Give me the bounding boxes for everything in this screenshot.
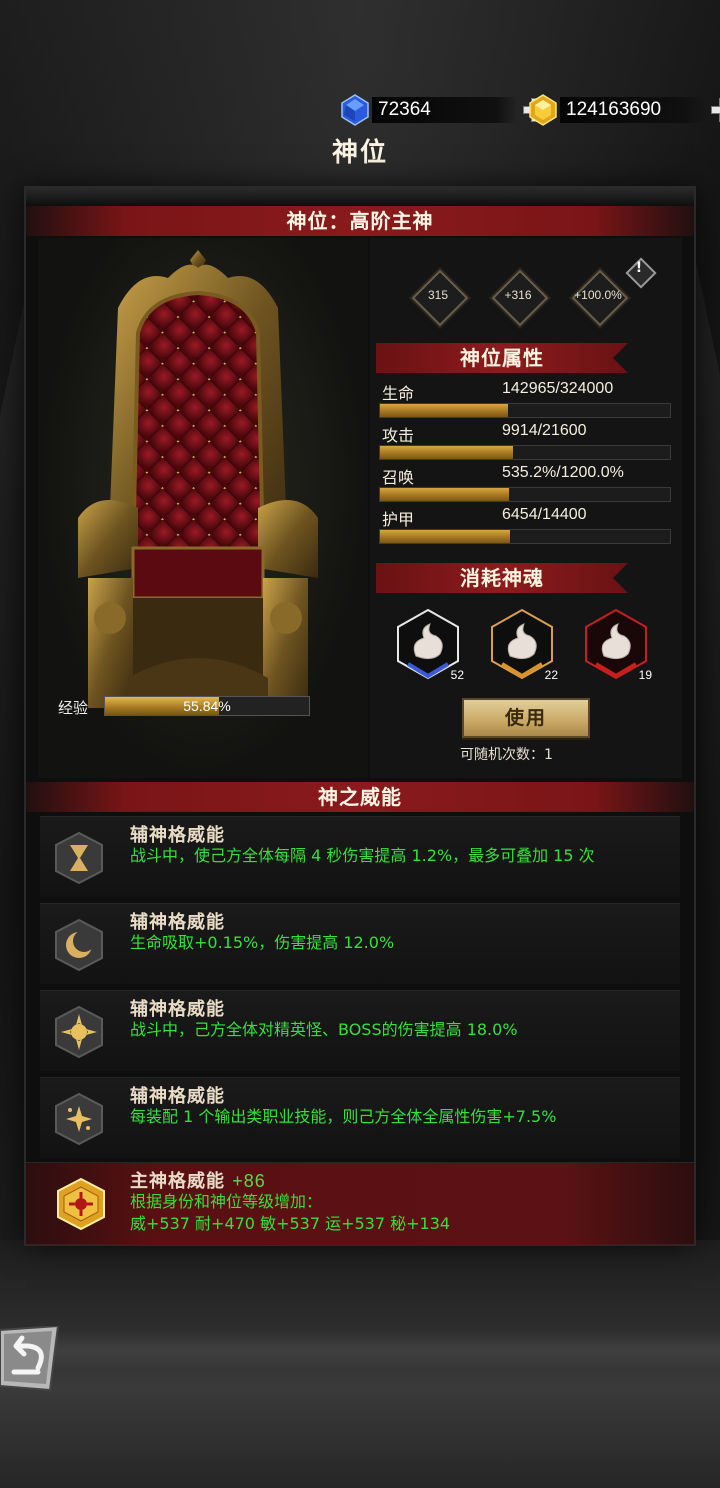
main-power-desc: 根据身份和神位等级增加： 威+537 耐+470 敏+537 运+537 秘+1…	[130, 1191, 650, 1235]
gold-currency: 124163690	[526, 94, 720, 126]
add-gold-button[interactable]	[710, 97, 720, 123]
badge-level-value: 315	[427, 288, 449, 302]
soul-item-blue[interactable]: 52	[396, 608, 464, 682]
soul-count-blue: 52	[450, 668, 464, 682]
gem-amount: 72364	[372, 97, 518, 123]
rank-header: 神位：高阶主神	[26, 206, 694, 236]
stat-summon-value: 535.2%/1200.0%	[502, 464, 624, 481]
experience-bar: 55.84%	[104, 696, 310, 716]
stat-summon-bar-fill	[380, 488, 510, 501]
main-power-row: 主神格威能 +86 根据身份和神位等级增加： 威+537 耐+470 敏+537…	[26, 1162, 694, 1245]
badge-points: +316	[491, 269, 549, 327]
gold-amount: 124163690	[560, 97, 706, 123]
hourglass-icon	[52, 831, 106, 885]
sparkle-icon	[52, 1092, 106, 1146]
stat-hp-value: 142965/324000	[502, 380, 614, 397]
experience-label: 经验	[58, 699, 89, 717]
bottom-scenery	[0, 1240, 720, 1488]
info-alert-button[interactable]: !	[625, 257, 657, 289]
back-button[interactable]	[0, 1324, 62, 1392]
souls-header: 消耗神魂	[376, 563, 628, 593]
stat-attack-label: 攻击	[382, 426, 415, 445]
power-row: 辅神格威能 生命吸取+0.15%，伤害提高 12.0%	[40, 903, 680, 984]
soul-item-red[interactable]: 19	[584, 608, 652, 682]
panel-top-edge	[26, 188, 694, 206]
power-desc: 战斗中，己方全体对精英怪、BOSS的伤害提高 18.0%	[130, 1020, 518, 1039]
badge-points-value: +316	[504, 288, 532, 302]
stat-summon-bar	[379, 487, 671, 502]
stat-attack-bar	[379, 445, 671, 460]
stat-summon-label: 召唤	[382, 468, 415, 487]
gold-crystal-icon	[526, 93, 560, 127]
experience-percent: 55.84%	[183, 698, 231, 714]
main-power-desc-line1: 根据身份和神位等级增加：	[130, 1192, 323, 1211]
badge-percent: +100.0%	[571, 269, 629, 327]
power-name: 辅神格威能	[130, 912, 225, 933]
power-name: 辅神格威能	[130, 999, 225, 1020]
stat-armor-label: 护甲	[382, 510, 415, 529]
main-power-bonus: +86	[232, 1171, 266, 1191]
use-button[interactable]: 使用	[462, 698, 590, 738]
blue-gem-icon	[338, 93, 372, 127]
main-power-title: 主神格威能	[130, 1171, 225, 1192]
sun-icon	[52, 1005, 106, 1059]
stat-attack-bar-fill	[380, 446, 514, 459]
soul-count-red: 19	[638, 668, 652, 682]
page-title: 神位	[331, 138, 388, 168]
badge-percent-value: +100.0%	[574, 288, 622, 302]
stat-hp-label: 生命	[382, 384, 415, 403]
stat-armor-bar	[379, 529, 671, 544]
power-desc: 每装配 1 个输出类职业技能，则己方全体全属性伤害+7.5%	[130, 1107, 557, 1126]
power-name: 辅神格威能	[130, 825, 225, 846]
soul-item-orange[interactable]: 22	[490, 608, 558, 682]
moon-icon	[52, 918, 106, 972]
badge-level: 315	[411, 269, 469, 327]
stat-hp-bar-fill	[380, 404, 508, 417]
attributes-header: 神位属性	[376, 343, 628, 373]
power-desc: 生命吸取+0.15%，伤害提高 12.0%	[130, 933, 395, 952]
power-desc: 战斗中，使己方全体每隔 4 秒伤害提高 1.2%，最多可叠加 15 次	[130, 846, 595, 865]
stat-armor-bar-fill	[380, 530, 510, 543]
stat-hp-bar	[379, 403, 671, 418]
main-power-name: 主神格威能 +86	[130, 1167, 266, 1193]
power-row: 辅神格威能 战斗中，使己方全体每隔 4 秒伤害提高 1.2%，最多可叠加 15 …	[40, 816, 680, 897]
main-power-desc-line2: 威+537 耐+470 敏+537 运+537 秘+134	[130, 1214, 451, 1233]
powers-header: 神之威能	[26, 782, 694, 812]
stat-armor-value: 6454/14400	[502, 506, 587, 523]
soul-count-orange: 22	[544, 668, 558, 682]
gem-currency: 72364	[338, 94, 548, 126]
emblem-icon	[54, 1177, 108, 1231]
random-count-text: 可随机次数：1	[460, 747, 553, 763]
power-row: 辅神格威能 每装配 1 个输出类职业技能，则己方全体全属性伤害+7.5%	[40, 1077, 680, 1158]
exclamation-icon: !	[635, 260, 643, 276]
power-name: 辅神格威能	[130, 1086, 225, 1107]
power-row: 辅神格威能 战斗中，己方全体对精英怪、BOSS的伤害提高 18.0%	[40, 990, 680, 1071]
stat-attack-value: 9914/21600	[502, 422, 587, 439]
